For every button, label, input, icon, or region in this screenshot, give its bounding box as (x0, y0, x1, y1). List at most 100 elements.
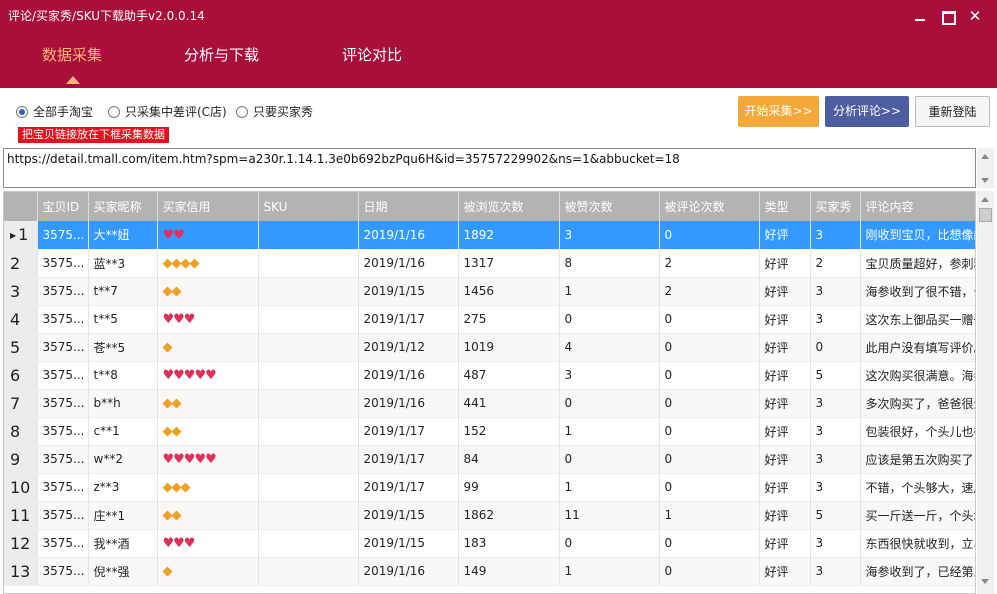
cell-id: 3575... (37, 389, 89, 418)
cell-show: 5 (810, 361, 861, 390)
cell-id: 3575... (37, 221, 89, 250)
table-row[interactable]: 6 3575... t**8 ♥♥♥♥♥ 2019/1/16 487 3 0 好评 5 这次购买很满… (4, 361, 975, 390)
radio-label: 全部手淘宝 (33, 105, 94, 119)
col-header[interactable]: 买家昵称 (88, 192, 158, 221)
radio-label: 只要买家秀 (253, 105, 314, 119)
tab-review-compare[interactable]: 评论对比 (342, 44, 402, 65)
diamond-credit-icon: ◆◆ (162, 508, 182, 523)
row-number: 3 (4, 277, 38, 306)
cell-type: 好评 (759, 557, 811, 586)
cell-id: 3575... (37, 501, 89, 530)
col-header[interactable]: 买家秀 (810, 192, 861, 221)
cell-date: 2019/1/15 (358, 501, 459, 530)
cell-views: 441 (458, 389, 560, 418)
scroll-down-icon[interactable] (981, 579, 989, 584)
cell-type: 好评 (759, 501, 811, 530)
radio-checked-icon (16, 105, 28, 118)
cell-views: 1862 (458, 501, 560, 530)
relogin-button[interactable]: 重新登陆 (915, 96, 990, 127)
radio-negative-only[interactable]: 只采集中差评(C店) (108, 103, 227, 120)
table-row[interactable]: 8 3575... c**1 ◆◆ 2019/1/17 152 1 0 好评 3 包装很好，个头儿也… (4, 417, 975, 446)
scroll-up-icon[interactable] (981, 197, 989, 202)
product-url-input[interactable] (4, 149, 975, 169)
cell-type: 好评 (759, 305, 811, 334)
cell-comments: 0 (659, 417, 760, 446)
table-row[interactable]: 7 3575... b**h ◆◆ 2019/1/16 441 0 0 好评 3 多次购买了，爸爸很… (4, 389, 975, 418)
cell-content: 海参收到了，已经第三 (860, 557, 975, 586)
row-number: 7 (4, 389, 38, 418)
table-row[interactable]: 5 3575... 苍**5 ◆ 2019/1/12 1019 4 0 好评 0 此用户没有填写评价… (4, 333, 975, 362)
radio-buyer-show-only[interactable]: 只要买家秀 (236, 103, 313, 120)
cell-show: 3 (810, 417, 861, 446)
cell-content: 应该是第五次购买了， (860, 445, 975, 474)
table-row[interactable]: 10 3575... z**3 ◆◆◆ 2019/1/17 99 1 0 好评 3 不错，个头够大，… (4, 473, 975, 502)
radio-all[interactable]: 全部手淘宝 (16, 103, 93, 120)
table-row[interactable]: 4 3575... t**5 ♥♥♥ 2019/1/17 275 0 0 好评 3 这次东上御品买一… (4, 305, 975, 334)
cell-sku (258, 221, 359, 250)
maximize-icon[interactable] (940, 9, 956, 25)
cell-likes: 1 (559, 557, 660, 586)
cell-type: 好评 (759, 417, 811, 446)
cell-show: 3 (810, 445, 861, 474)
cell-sku (258, 277, 359, 306)
cell-show: 0 (810, 333, 861, 362)
cell-show: 3 (810, 529, 861, 558)
col-header[interactable]: 被评论次数 (659, 192, 760, 221)
cell-date: 2019/1/17 (358, 445, 459, 474)
cell-show: 3 (810, 389, 861, 418)
cell-likes: 3 (559, 221, 660, 250)
table-row[interactable]: 9 3575... w**2 ♥♥♥♥♥ 2019/1/17 84 0 0 好评 3 应该是第五次购… (4, 445, 975, 474)
cell-likes: 0 (559, 305, 660, 334)
cell-comments: 0 (659, 333, 760, 362)
cell-nick: t**8 (88, 361, 158, 390)
col-header[interactable]: 买家信用 (157, 192, 259, 221)
row-number: 8 (4, 417, 38, 446)
cell-views: 183 (458, 529, 560, 558)
table-row[interactable]: 2 3575... 蓝**3 ◆◆◆◆ 2019/1/16 1317 8 2 好评 2 宝贝质量超好… (4, 249, 975, 278)
tab-data-collection[interactable]: 数据采集 (42, 44, 102, 65)
diamond-credit-icon: ◆ (162, 340, 173, 355)
col-header[interactable]: 评论内容 (860, 192, 975, 221)
tab-analysis-download[interactable]: 分析与下载 (184, 44, 259, 65)
col-header[interactable]: SKU (258, 192, 359, 221)
table-row[interactable]: 3 3575... t**7 ◆◆ 2019/1/15 1456 1 2 好评 3 海参收到了很不错… (4, 277, 975, 306)
buyer-credit-cell: ♥♥♥♥♥ (157, 361, 259, 390)
col-header[interactable]: 日期 (358, 192, 459, 221)
table-row[interactable]: 12 3575... 我**酒 ♥♥♥ 2019/1/15 183 0 0 好评 3 东西很快就收到… (4, 529, 975, 558)
cell-id: 3575... (37, 249, 89, 278)
cell-likes: 1 (559, 473, 660, 502)
buyer-credit-cell: ♥♥♥ (157, 529, 259, 558)
scroll-down-icon[interactable] (981, 178, 989, 183)
cell-content: 海参收到了很不错，个 (860, 277, 975, 306)
heart-credit-icon: ♥♥♥ (162, 312, 196, 327)
buyer-credit-cell: ◆◆◆◆ (157, 249, 259, 278)
table-scrollbar[interactable] (977, 191, 994, 594)
cell-id: 3575... (37, 445, 89, 474)
table-row[interactable]: 11 3575... 庄**1 ◆◆ 2019/1/15 1862 11 1 好评 5 买一斤送一斤… (4, 501, 975, 530)
col-header[interactable]: 宝贝ID (37, 192, 89, 221)
start-collect-button[interactable]: 开始采集>> (738, 96, 819, 127)
diamond-credit-icon: ◆◆ (162, 396, 182, 411)
close-icon[interactable]: ✕ (968, 9, 982, 24)
buyer-credit-cell: ◆ (157, 557, 259, 586)
row-number-header (4, 192, 38, 221)
heart-credit-icon: ♥♥♥♥♥ (162, 368, 217, 383)
cell-nick: w**2 (88, 445, 158, 474)
heart-credit-icon: ♥♥ (162, 227, 185, 243)
scroll-thumb[interactable] (979, 208, 992, 222)
table-row[interactable]: 13 3575... 倪**强 ◆ 2019/1/16 149 1 0 好评 3 海参收到了，已经第… (4, 557, 975, 586)
table-row[interactable]: 13575...大**妞♥♥2019/1/16189230好评3刚收到宝贝，比想… (4, 221, 975, 250)
col-header[interactable]: 类型 (759, 192, 811, 221)
radio-label: 只采集中差评(C店) (125, 105, 227, 119)
url-scrollbar[interactable] (977, 148, 994, 188)
cell-date: 2019/1/16 (358, 249, 459, 278)
diamond-credit-icon: ◆ (162, 564, 173, 579)
minimize-icon[interactable] (913, 9, 927, 23)
analyze-reviews-button[interactable]: 分析评论>> (825, 96, 909, 127)
cell-date: 2019/1/17 (358, 305, 459, 334)
buyer-credit-cell: ♥♥♥♥♥ (157, 445, 259, 474)
col-header[interactable]: 被浏览次数 (458, 192, 560, 221)
col-header[interactable]: 被赞次数 (559, 192, 660, 221)
scroll-up-icon[interactable] (981, 154, 989, 159)
diamond-credit-icon: ◆◆ (162, 284, 182, 299)
